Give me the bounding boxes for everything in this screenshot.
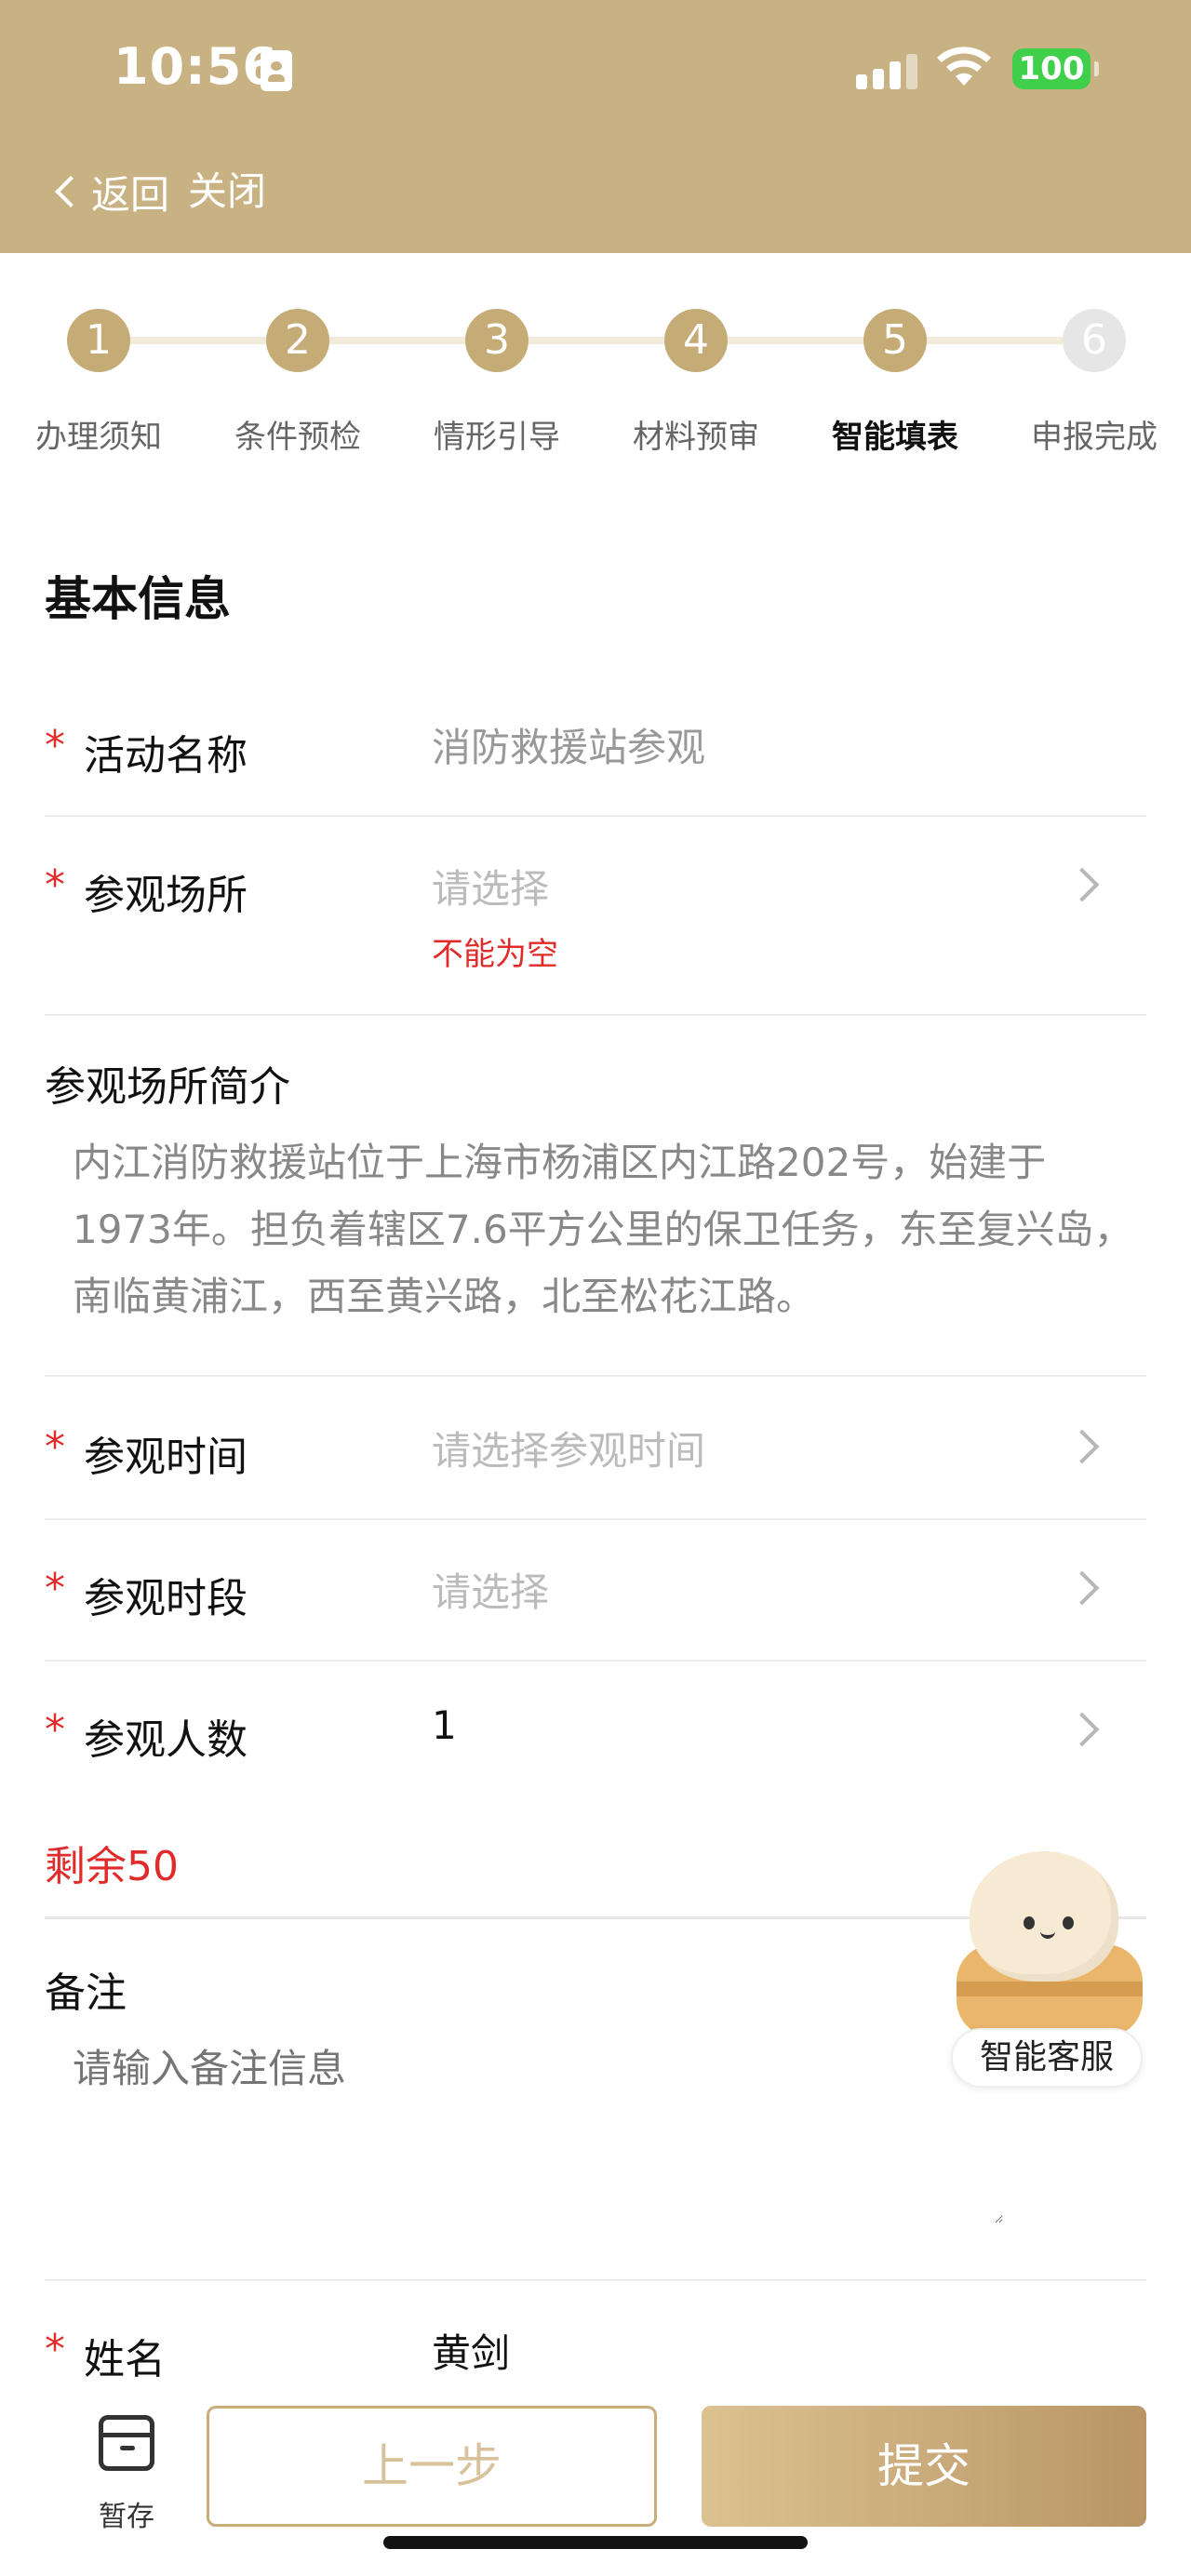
- save-draft-button[interactable]: 暂存: [80, 2415, 173, 2536]
- step-connector: [529, 337, 664, 344]
- back-button[interactable]: 返回: [52, 164, 169, 220]
- close-button[interactable]: 关闭: [188, 164, 266, 220]
- required-mark: *: [45, 1565, 65, 1612]
- step-5-circle: 5: [863, 309, 927, 372]
- chevron-right-icon: [1064, 867, 1100, 902]
- step-connector: [130, 337, 266, 344]
- step-1-circle: 1: [67, 309, 130, 372]
- chevron-right-icon: [1064, 1429, 1100, 1464]
- activity-name-value: 消防救援站参观: [432, 725, 706, 770]
- chevron-left-icon: [55, 176, 87, 207]
- venue-intro-text: 内江消防救援站位于上海市杨浦区内江路202号，始建于1973年。担负着辖区7.6…: [73, 1140, 1133, 1319]
- mascot-eye: [1063, 1916, 1074, 1929]
- activity-name-row: * 活动名称 消防救援站参观: [45, 688, 1146, 817]
- venue-intro-label: 参观场所简介: [45, 1063, 290, 1111]
- name-label: 姓名: [84, 2336, 166, 2382]
- smart-service-label: 智能客服: [951, 2028, 1143, 2088]
- mascot-eye: [1024, 1916, 1035, 1929]
- signal-icon: [856, 52, 921, 89]
- visit-period-label: 参观时段: [84, 1575, 248, 1622]
- step-5-label: 智能填表: [832, 419, 958, 456]
- step-4-label: 材料预审: [633, 419, 759, 456]
- note-input[interactable]: [73, 2037, 1003, 2223]
- step-4-circle: 4: [664, 309, 728, 372]
- mascot-mouth: [1040, 1931, 1055, 1939]
- progress-steps: 1 2 3 4 5 6 办理须知 条件预检 情形引导 材料预审 智能填表 申报完…: [0, 253, 1191, 486]
- smart-service-button[interactable]: 智能客服: [951, 1851, 1143, 2093]
- visitor-count-select[interactable]: 1: [432, 1702, 457, 1748]
- step-connector: [927, 337, 1063, 344]
- venue-error: 不能为空: [432, 936, 558, 973]
- venue-label: 参观场所: [84, 872, 248, 919]
- submit-button[interactable]: 提交: [702, 2406, 1146, 2527]
- step-3-label: 情形引导: [434, 419, 560, 456]
- required-mark: *: [45, 861, 65, 909]
- section-title: 基本信息: [45, 572, 231, 626]
- previous-step-button[interactable]: 上一步: [207, 2406, 657, 2527]
- chevron-right-icon: [1064, 1712, 1100, 1747]
- visitor-count-label: 参观人数: [84, 1716, 248, 1764]
- step-3-circle: 3: [465, 309, 529, 372]
- required-mark: *: [45, 1423, 65, 1471]
- chevron-right-icon: [1064, 1570, 1100, 1606]
- note-label: 备注: [45, 1969, 127, 2017]
- wifi-icon: [937, 47, 991, 86]
- step-6-label: 申报完成: [1031, 419, 1158, 456]
- visit-time-select[interactable]: 请选择参观时间: [432, 1420, 705, 1476]
- venue-row[interactable]: * 参观场所 请选择 不能为空: [45, 817, 1146, 1016]
- remaining-count: 剩余50: [45, 1843, 179, 1890]
- archive-box-icon: [99, 2415, 154, 2471]
- visit-period-row[interactable]: * 参观时段 请选择: [45, 1520, 1146, 1662]
- step-1-label: 办理须知: [35, 419, 162, 456]
- activity-name-label: 活动名称: [84, 732, 248, 780]
- home-indicator: [383, 2536, 808, 2549]
- required-mark: *: [45, 2326, 65, 2373]
- visitor-count-row[interactable]: * 参观人数 1: [45, 1662, 1146, 1801]
- required-mark: *: [45, 1706, 65, 1754]
- status-time: 10:56: [114, 37, 278, 96]
- battery-tip: [1094, 61, 1099, 76]
- step-connector: [728, 337, 863, 344]
- name-value[interactable]: 黄剑: [432, 2322, 510, 2379]
- save-draft-label: 暂存: [99, 2501, 154, 2533]
- visit-time-row[interactable]: * 参观时间 请选择参观时间: [45, 1377, 1146, 1520]
- header-bar: 10:56 100 返回 关闭: [0, 0, 1191, 253]
- name-row[interactable]: * 姓名 黄剑: [45, 2281, 1146, 2382]
- visit-period-select[interactable]: 请选择: [432, 1561, 549, 1618]
- step-connector: [329, 337, 465, 344]
- step-6-circle: 6: [1063, 309, 1126, 372]
- back-label: 返回: [91, 171, 170, 218]
- required-mark: *: [45, 722, 65, 769]
- venue-select[interactable]: 请选择: [432, 858, 549, 914]
- visit-time-label: 参观时间: [84, 1434, 248, 1481]
- step-2-label: 条件预检: [234, 419, 361, 456]
- bun-mascot-icon: [970, 1851, 1118, 1982]
- battery-indicator: 100: [1012, 48, 1091, 89]
- id-card-icon: [261, 50, 292, 91]
- step-2-circle: 2: [266, 309, 329, 372]
